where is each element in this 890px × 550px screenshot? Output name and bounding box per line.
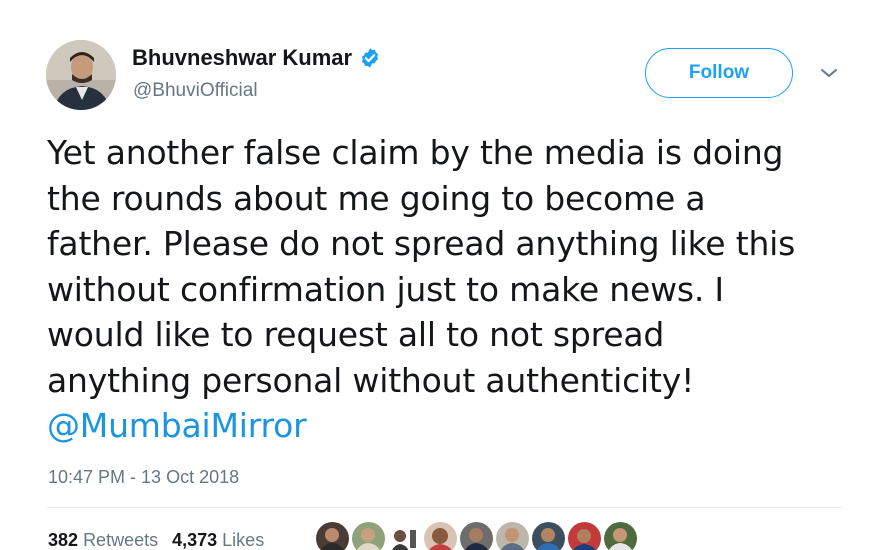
tweet-text-line: would like to request all to not spread: [47, 315, 665, 354]
retweets-label: Retweets: [83, 530, 159, 550]
liker-avatar[interactable]: [352, 522, 385, 550]
tweet-stats: 382 Retweets 4,373 Likes: [48, 530, 264, 550]
tweet-text: Yet another false claim by the media is …: [47, 130, 877, 449]
tweet-text-line: the rounds about me going to become a: [47, 178, 706, 218]
liker-avatar[interactable]: [460, 522, 493, 550]
follow-button[interactable]: Follow: [645, 48, 793, 98]
liker-avatar[interactable]: [316, 522, 349, 550]
tweet-card: Bhuvneshwar Kumar @BhuviOfficial Follow …: [0, 0, 890, 550]
verified-badge-icon: [359, 47, 381, 69]
tweet-text-line: anything personal without authenticity!: [47, 360, 695, 400]
liker-avatar[interactable]: [604, 522, 637, 550]
likes-stat[interactable]: 4,373 Likes: [172, 530, 264, 550]
mention-link[interactable]: @MumbaiMirror: [47, 403, 877, 449]
liker-avatar[interactable]: [424, 522, 457, 550]
tweet-text-line: Yet another false claim by the media is …: [47, 133, 784, 172]
author-handle[interactable]: @BhuviOfficial: [133, 80, 258, 102]
liked-by-avatars: [316, 522, 637, 550]
liker-avatar[interactable]: [532, 522, 565, 550]
liker-avatar[interactable]: [496, 522, 529, 550]
liker-avatar[interactable]: [568, 522, 601, 550]
retweets-count: 382: [48, 530, 79, 550]
author-name[interactable]: Bhuvneshwar Kumar: [132, 45, 352, 71]
tweet-text-line: father. Please do not spread anything li…: [47, 224, 796, 263]
likes-label: Likes: [222, 530, 265, 550]
profile-photo-icon: [46, 40, 116, 110]
tweet-timestamp[interactable]: 10:47 PM - 13 Oct 2018: [48, 467, 239, 488]
chevron-down-icon[interactable]: [818, 65, 840, 81]
retweets-stat[interactable]: 382 Retweets: [48, 530, 158, 550]
author-name-row[interactable]: Bhuvneshwar Kumar: [132, 45, 381, 71]
likes-count: 4,373: [172, 530, 218, 550]
liker-avatar[interactable]: [388, 522, 421, 550]
tweet-text-line: without confirmation just to make news. …: [47, 269, 724, 309]
divider: [47, 507, 842, 508]
author-avatar[interactable]: [46, 40, 116, 110]
